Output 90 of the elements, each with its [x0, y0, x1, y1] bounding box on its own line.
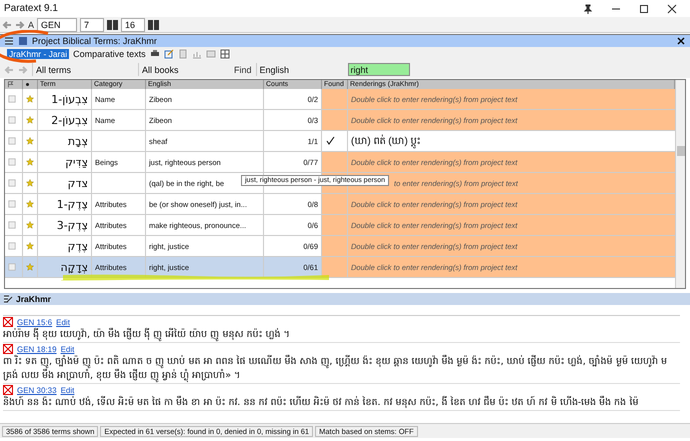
- previous-verse-button[interactable]: [148, 20, 154, 30]
- star-icon: [26, 136, 34, 146]
- project-dropdown[interactable]: JraKhmr - Jarai: [7, 49, 70, 59]
- next-verse-button[interactable]: [154, 20, 160, 30]
- grid-icon: [220, 49, 230, 59]
- printer-icon: [150, 49, 160, 59]
- document-icon: [178, 49, 188, 59]
- flag-cell[interactable]: [5, 89, 23, 110]
- flag-cell[interactable]: [5, 257, 23, 278]
- term-filter-dropdown[interactable]: All terms: [32, 63, 134, 76]
- edit-icon: [164, 49, 174, 59]
- close-icon: [676, 36, 686, 46]
- flag-box-icon: [8, 200, 16, 208]
- edit-link[interactable]: Edit: [60, 386, 74, 394]
- hebrew-term: צֶדֶק-1: [38, 194, 92, 215]
- dot-icon: [25, 82, 30, 87]
- star-icon: [26, 262, 34, 272]
- flag-box-icon: [8, 137, 16, 145]
- forward-arrow-icon: [15, 20, 25, 30]
- verse-text: អាប់រ៉ាម ង៉ី ខុយ យេហូវ៉ា, យ៉ា មឹង ផ្ញើយ ង៉ី ញូ អើយ៉ៃ យ៉ាប ញូ មនុស កប៉ះ ហ្លង់ ។: [3, 328, 290, 342]
- forward-arrow-icon: [18, 64, 28, 74]
- hebrew-term: צֶדֶק-3: [38, 215, 92, 236]
- verse-reference-link[interactable]: GEN 18:19: [17, 344, 57, 354]
- window-title: Paratext 9.1: [4, 3, 59, 14]
- flag-cell[interactable]: [5, 173, 23, 194]
- next-chapter-button[interactable]: [113, 20, 118, 30]
- verse-reference-link[interactable]: GEN 15:6: [17, 318, 52, 326]
- close-icon: [667, 4, 677, 14]
- book-icon: [18, 36, 28, 46]
- flag-box-icon: [8, 263, 16, 271]
- flag-icon: [7, 81, 14, 88]
- pin-icon: [583, 4, 593, 14]
- back-arrow-icon: [4, 64, 14, 74]
- hebrew-term: צִבְעוֹן-1: [38, 89, 92, 110]
- verse-text: ពា រិះ ទត ញូ, ច្បាំងម៉ ញូ ប៉ះ ពតិ ណាត ច ញូ ឃាប់ មត អា ពពន ផៃ ឃណើយ មឹង សាង ញូ, ហ្គ្រើយ ង៉ះ ខុយ ឆ្ពាន យេហូវ៉ា មឹង ម្ងម៉ ង៉ះ កប៉ះ, ឃាប់ ផ្ញើយ កប៉ះ ហ្លង់, ច្បាំងម៉ ម្ងម៉ យេហូវ៉ា មគ្រង់ លយ មឹង អាប្រាហាំ, ខុយ មឹង ផ្ញើយ ញូ អ្វាន់ ហ្ង៉ំ អាប្រាហាំ» ។: [3, 355, 668, 383]
- flag-cell[interactable]: [5, 152, 23, 173]
- flag-cell[interactable]: [5, 236, 23, 257]
- flag-box-icon: [8, 95, 16, 103]
- verse-field[interactable]: 16: [121, 18, 146, 32]
- flag-cell[interactable]: [5, 215, 23, 236]
- image-icon: [206, 49, 216, 59]
- language-dropdown[interactable]: English: [256, 63, 344, 76]
- star-icon: [26, 241, 34, 251]
- edit-link[interactable]: Edit: [56, 318, 70, 326]
- flag-box-icon: [8, 158, 16, 166]
- back-arrow-icon: [2, 20, 12, 30]
- flag-box-icon: [8, 179, 16, 187]
- flag-cell[interactable]: [5, 131, 23, 152]
- error-icon: [3, 317, 13, 327]
- font-button[interactable]: A: [28, 20, 34, 30]
- verse-text: និងហ៍ នន ង៉ះ ណាប់ ឋង់, ទើល អិះម៉ មត ផៃ កា មឹង ខា អា ប៉ះ កវ. នន កវ ពប៉ះ ហើយ អិះម៉ ថវ កាន់ ខៃត. កវ មនុស កប៉ះ, ងី ខៃត ហវ ជឹម ប៉ះ ឋត ហ៍ កវ មិ ហើង-មេង មឹង កង ម៉ៃ: [3, 396, 640, 410]
- previous-chapter-button[interactable]: [107, 20, 112, 30]
- flag-cell[interactable]: [5, 110, 23, 131]
- flag-box-icon: [8, 116, 16, 124]
- flag-box-icon: [8, 242, 16, 250]
- pane-title: JraKhmr: [16, 294, 51, 304]
- hebrew-term: צדק: [38, 173, 92, 194]
- flag-column-header[interactable]: [5, 80, 23, 89]
- find-label: Find: [234, 64, 252, 74]
- scrollbar[interactable]: [675, 80, 685, 288]
- book-dropdown[interactable]: GEN: [37, 18, 78, 32]
- flag-box-icon: [8, 221, 16, 229]
- error-icon: [3, 385, 13, 395]
- hebrew-term: צַדִּיק: [38, 152, 92, 173]
- star-icon: [26, 178, 34, 188]
- flag-cell[interactable]: [5, 194, 23, 215]
- chart-icon: [192, 49, 202, 59]
- star-column-header[interactable]: [23, 80, 38, 89]
- verse-reference-link[interactable]: GEN 30:33: [17, 386, 57, 394]
- star-icon: [26, 157, 34, 167]
- menu-icon: [4, 36, 14, 46]
- error-icon: [3, 344, 13, 354]
- star-icon: [26, 115, 34, 125]
- book-filter-dropdown[interactable]: All books: [138, 63, 230, 76]
- hebrew-term: צִבְעוֹן-2: [38, 110, 92, 131]
- hebrew-term: צְדָקָה: [38, 257, 92, 278]
- star-icon: [26, 220, 34, 230]
- star-icon: [26, 94, 34, 104]
- star-icon: [26, 199, 34, 209]
- chapter-field[interactable]: 7: [80, 18, 104, 32]
- comparative-texts-button[interactable]: Comparative texts: [73, 49, 146, 59]
- edit-link[interactable]: Edit: [60, 344, 74, 354]
- hebrew-term: צְבָת: [38, 131, 92, 152]
- hebrew-term: צֶדֶק: [38, 236, 92, 257]
- check-icon: [325, 136, 335, 146]
- category-cell: [92, 131, 146, 152]
- maximize-icon: [639, 4, 649, 14]
- search-field[interactable]: right: [348, 63, 410, 76]
- panel-title: Project Biblical Terms: JraKhmr: [32, 36, 158, 46]
- edit-icon: [3, 294, 13, 304]
